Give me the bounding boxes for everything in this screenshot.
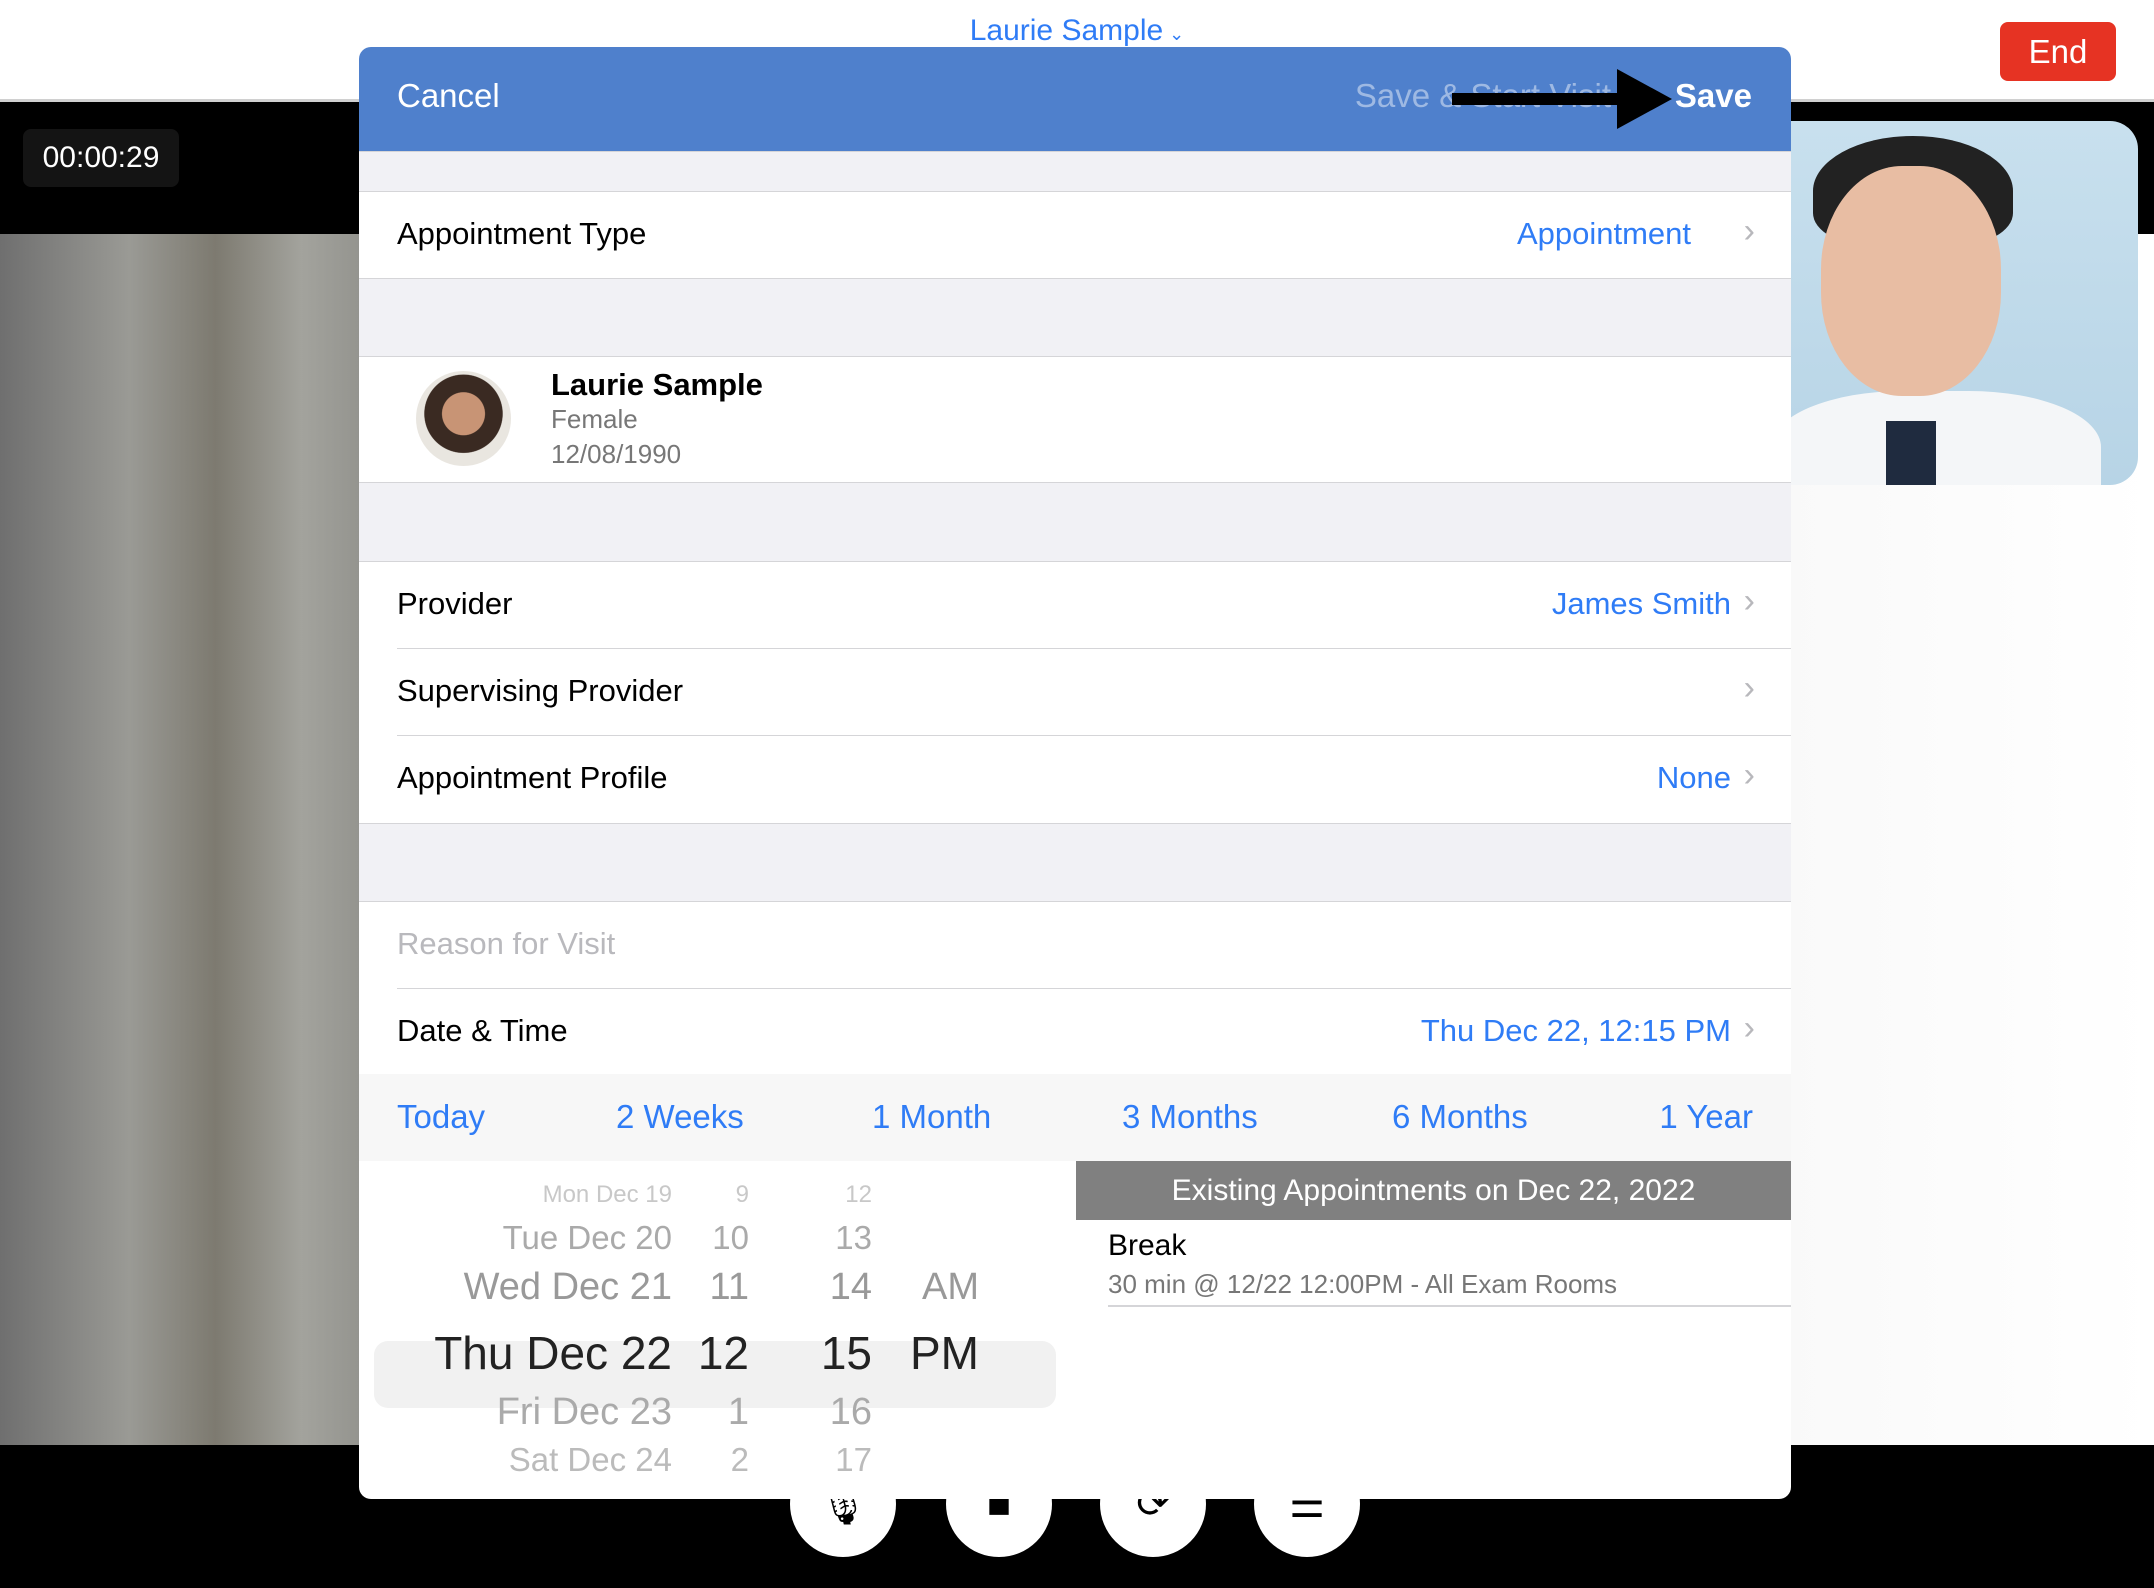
- quick-range-1-month[interactable]: 1 Month: [872, 1098, 991, 1136]
- picker-day: Mon Dec 19: [542, 1181, 672, 1208]
- quick-range-today[interactable]: Today: [397, 1098, 485, 1136]
- picker-day: Wed Dec 21: [463, 1266, 672, 1308]
- video-figure: [1791, 391, 2101, 485]
- patient-dob: 12/08/1990: [551, 439, 682, 469]
- picker-minute: 15: [820, 1327, 872, 1379]
- cancel-button[interactable]: Cancel: [397, 77, 500, 115]
- patient-name: Laurie Sample: [551, 367, 763, 402]
- row-value: Thu Dec 22, 12:15 PM: [1420, 1013, 1731, 1048]
- end-call-button[interactable]: End: [2000, 22, 2116, 81]
- reason-placeholder: Reason for Visit: [397, 926, 616, 961]
- patient-title: Laurie Sample: [969, 14, 1164, 47]
- date-time-row[interactable]: Date & Time Thu Dec 22, 12:15 PM ›: [359, 989, 1791, 1076]
- picker-ampm: PM: [910, 1327, 979, 1379]
- picker-day: Sat Dec 24: [508, 1441, 672, 1478]
- picker-minute: 17: [835, 1441, 872, 1478]
- section-spacer: [359, 151, 1791, 192]
- save-button[interactable]: Save: [1675, 77, 1752, 115]
- new-appointment-modal: Cancel Save & Start Visit Save Appointme…: [359, 47, 1791, 1499]
- picker-minute: 16: [829, 1391, 872, 1433]
- picker-hour: 12: [697, 1327, 749, 1379]
- appointment-detail: 30 min @ 12/22 12:00PM - All Exam Rooms: [1108, 1269, 1618, 1299]
- quick-range-2-weeks[interactable]: 2 Weeks: [616, 1098, 744, 1136]
- picker-hour: 10: [712, 1219, 749, 1256]
- chevron-down-icon: ⌄: [1169, 24, 1185, 44]
- patient-title-dropdown[interactable]: Laurie Sample ⌄: [0, 14, 2154, 48]
- quick-range-1-year[interactable]: 1 Year: [1659, 1098, 1753, 1136]
- modal-header: Cancel Save & Start Visit Save: [359, 47, 1791, 151]
- chevron-right-icon: ›: [1743, 212, 1755, 250]
- row-value: None: [1656, 760, 1731, 795]
- call-timer: 00:00:29: [23, 129, 179, 187]
- existing-appointments-header: Existing Appointments on Dec 22, 2022: [1076, 1161, 1791, 1220]
- patient-avatar: [416, 371, 511, 466]
- section-spacer: [359, 278, 1791, 357]
- row-label: Supervising Provider: [397, 673, 684, 708]
- divider: [1108, 1305, 1791, 1307]
- quick-range-3-months[interactable]: 3 Months: [1122, 1098, 1258, 1136]
- chevron-right-icon: ›: [1743, 1009, 1755, 1047]
- picker-hour: 9: [735, 1181, 749, 1208]
- row-label: Appointment Profile: [397, 760, 668, 795]
- existing-appointment-item[interactable]: Break 30 min @ 12/22 12:00PM - All Exam …: [1108, 1229, 1617, 1300]
- patient-row[interactable]: Laurie Sample Female 12/08/1990: [359, 357, 1791, 482]
- picker-ampm: AM: [922, 1266, 979, 1308]
- section-spacer: [359, 823, 1791, 902]
- row-label: Appointment Type: [397, 216, 647, 251]
- supervising-provider-row[interactable]: Supervising Provider ›: [359, 649, 1791, 736]
- provider-row[interactable]: Provider James Smith ›: [359, 562, 1791, 649]
- picker-minute: 12: [845, 1181, 872, 1208]
- picker-hour: 1: [727, 1391, 749, 1433]
- quick-range-6-months[interactable]: 6 Months: [1392, 1098, 1528, 1136]
- video-figure: [1886, 421, 1936, 485]
- row-label: Date & Time: [397, 1013, 568, 1048]
- patient-sex: Female: [551, 404, 638, 434]
- reason-for-visit-input[interactable]: Reason for Visit: [359, 902, 1791, 989]
- row-value: James Smith: [1551, 586, 1731, 621]
- picker-hour: 2: [730, 1441, 749, 1478]
- appointment-type-row[interactable]: Appointment Type Appointment ›: [359, 192, 1791, 279]
- chevron-right-icon: ›: [1743, 669, 1755, 707]
- chevron-right-icon: ›: [1743, 756, 1755, 794]
- appointment-title: Break: [1108, 1229, 1187, 1262]
- arrow-annotation-icon: [1452, 69, 1672, 129]
- section-spacer: [359, 482, 1791, 562]
- picker-minute: 14: [829, 1266, 872, 1308]
- quick-range-bar: Today 2 Weeks 1 Month 3 Months 6 Months …: [359, 1074, 1791, 1161]
- picker-day: Tue Dec 20: [502, 1219, 672, 1256]
- picker-day: Fri Dec 23: [496, 1391, 672, 1433]
- chevron-right-icon: ›: [1743, 582, 1755, 620]
- row-value: Appointment: [1516, 216, 1691, 251]
- video-figure: [1821, 166, 2001, 396]
- row-label: Provider: [397, 586, 513, 621]
- picker-minute: 13: [835, 1219, 872, 1256]
- appointment-profile-row[interactable]: Appointment Profile None ›: [359, 736, 1791, 823]
- self-view-video[interactable]: [1791, 121, 2138, 485]
- picker-hour: 11: [709, 1266, 749, 1308]
- date-time-picker[interactable]: Mon Dec 19 9 12 Tue Dec 20 10 13 Wed Dec 21 11 1…: [359, 1161, 1075, 1499]
- picker-day: Thu Dec 22: [434, 1327, 672, 1379]
